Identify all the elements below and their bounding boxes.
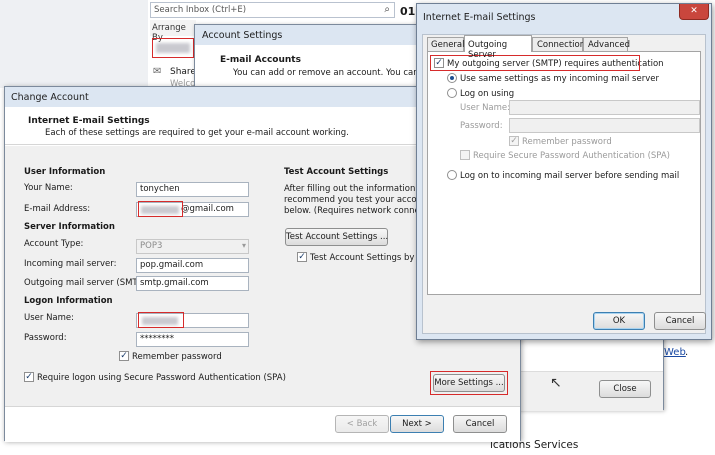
more-settings-highlight: [430, 371, 508, 395]
smtp-password-field: [509, 118, 700, 133]
smtp-username-field: [509, 100, 700, 115]
user-info-heading: User Information: [24, 167, 106, 177]
list-item-icon: ✉: [153, 66, 162, 77]
radio-use-same-settings[interactable]: [447, 73, 457, 83]
chevron-down-icon: ▾: [241, 241, 246, 250]
test-desc-line-3: below. (Requires network connectio: [284, 206, 436, 216]
password-field[interactable]: ********: [136, 332, 249, 347]
next-button[interactable]: Next >: [390, 415, 444, 433]
incoming-server-field[interactable]: pop.gmail.com: [136, 258, 249, 273]
cancel-button[interactable]: Cancel: [453, 415, 507, 433]
search-icon[interactable]: ⌕: [384, 4, 390, 15]
your-name-field[interactable]: tonychen: [136, 182, 249, 197]
test-settings-heading: Test Account Settings: [284, 167, 389, 177]
email-address-suffix: @gmail.com: [181, 204, 234, 214]
account-type-label: Account Type:: [24, 239, 84, 249]
password-label: Password:: [24, 333, 67, 343]
tab-outgoing-server-label: Outgoing Server: [468, 40, 508, 60]
close-button[interactable]: Close: [599, 380, 651, 398]
smtp-password-label: Password:: [460, 121, 503, 131]
server-info-heading: Server Information: [24, 222, 115, 232]
smtp-spa-checkbox: [460, 150, 470, 160]
ok-button[interactable]: OK: [593, 312, 645, 330]
logon-info-heading: Logon Information: [24, 296, 113, 306]
back-button[interactable]: < Back: [335, 415, 389, 433]
internet-email-settings-window: Internet E-mail Settings ✕ General Outgo…: [416, 3, 712, 340]
your-name-label: Your Name:: [24, 183, 73, 193]
spa-checkbox[interactable]: ✓: [24, 372, 34, 382]
username-label: User Name:: [24, 313, 75, 323]
tab-connection[interactable]: Connection: [532, 37, 586, 51]
email-address-label: E-mail Address:: [24, 204, 91, 214]
redacted-item: [156, 43, 190, 53]
tab-outgoing-server[interactable]: Outgoing Server: [464, 35, 532, 60]
remember-password-checkbox[interactable]: ✓: [119, 351, 129, 361]
arrange-by-bar[interactable]: Arrange By: [150, 20, 196, 43]
date-fragment: 01: [400, 5, 416, 18]
tab-general[interactable]: General: [427, 37, 465, 51]
close-glyph: ✕: [690, 6, 698, 16]
outgoing-server-field[interactable]: smtp.gmail.com: [136, 276, 249, 291]
account-type-value: POP3: [140, 241, 163, 251]
email-highlight: [138, 201, 183, 217]
outgoing-server-label: Outgoing mail server (SMTP):: [24, 278, 149, 288]
left-pane-strip: [0, 0, 148, 88]
use-same-settings-label: Use same settings as my incoming mail se…: [460, 74, 659, 84]
test-account-settings-button[interactable]: Test Account Settings ...: [285, 228, 388, 246]
inet-cancel-button[interactable]: Cancel: [654, 312, 706, 330]
remember-password-label: Remember password: [132, 352, 222, 362]
inet-dialog-title: Internet E-mail Settings: [423, 12, 536, 23]
incoming-server-label: Incoming mail server:: [24, 259, 117, 269]
tab-advanced-label: Advanced: [588, 40, 630, 50]
right-text-3: .: [685, 347, 689, 358]
mouse-cursor-icon: ↖: [550, 375, 562, 391]
close-icon[interactable]: ✕: [679, 4, 709, 20]
log-on-using-label: Log on using: [460, 89, 515, 99]
smtp-username-label: User Name:: [460, 103, 511, 113]
email-accounts-subtext: You can add or remove an account. You ca…: [233, 68, 447, 78]
header-title: Internet E-mail Settings: [28, 116, 150, 126]
search-box[interactable]: Search Inbox (Ctrl+E) ⌕: [150, 2, 395, 18]
tab-advanced[interactable]: Advanced: [583, 37, 630, 51]
search-placeholder: Search Inbox (Ctrl+E): [154, 5, 247, 15]
username-highlight: [138, 312, 184, 328]
account-type-select: POP3 ▾: [136, 239, 249, 254]
account-settings-title: Account Settings: [202, 30, 283, 41]
change-account-title: Change Account: [11, 92, 89, 103]
spa-label: Require logon using Secure Password Auth…: [37, 373, 286, 383]
tab-general-label: General: [431, 40, 465, 50]
tab-connection-label: Connection: [537, 40, 586, 50]
test-on-next-checkbox[interactable]: ✓: [297, 252, 307, 262]
smtp-remember-password-label: Remember password: [522, 137, 612, 147]
smtp-remember-password-checkbox: ✓: [509, 136, 519, 146]
web-link[interactable]: Web: [664, 347, 686, 358]
header-subtitle: Each of these settings are required to g…: [45, 128, 349, 138]
log-on-incoming-first-label: Log on to incoming mail server before se…: [460, 171, 680, 181]
email-accounts-heading: E-mail Accounts: [220, 55, 301, 65]
radio-log-on-incoming-first[interactable]: [447, 170, 457, 180]
smtp-auth-highlight: [430, 55, 640, 71]
radio-log-on-using[interactable]: [447, 88, 457, 98]
smtp-spa-label: Require Secure Password Authentication (…: [473, 151, 670, 161]
